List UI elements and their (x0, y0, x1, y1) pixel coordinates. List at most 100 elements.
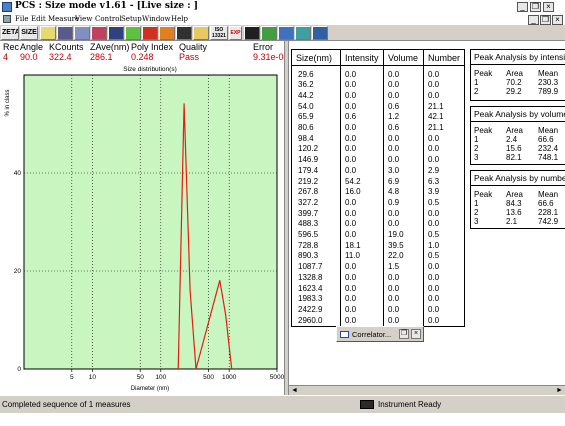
volume-cell: 0.6 (383, 101, 424, 113)
status-message: Completed sequence of 1 measures (2, 400, 131, 409)
menu-setup[interactable]: Setup (121, 15, 142, 23)
peak-mean: 66.6 (538, 199, 554, 208)
menu-view[interactable]: View (75, 15, 92, 23)
correlator-close-button[interactable]: × (411, 329, 421, 339)
peak-number: 2 (474, 208, 479, 217)
peak-mean: 66.6 (538, 135, 554, 144)
floppy-icon[interactable] (108, 26, 124, 40)
y-tick-label: 20 (14, 268, 22, 275)
volume-cell: 0.6 (383, 123, 424, 134)
size-cell: 54.0 (291, 101, 341, 113)
number-cell: 0.0 (422, 144, 466, 156)
table-row: 399.7 0.0 0.0 0.0 (291, 208, 466, 220)
size-cell: 267.8 (291, 187, 341, 198)
correlator-window[interactable]: Correlator... ❐ × (336, 326, 424, 342)
volume-cell: 0.0 (383, 69, 424, 81)
intensity-cell: 0.0 (340, 208, 384, 220)
close-button[interactable]: × (543, 2, 554, 12)
number-cell: 0.0 (422, 219, 466, 231)
menu-edit[interactable]: Edit (31, 15, 46, 23)
y-tick-label: 40 (14, 170, 22, 177)
record-icon[interactable] (125, 26, 141, 40)
volume-cell: 39.5 (383, 240, 424, 252)
menu-help[interactable]: Help (171, 15, 188, 23)
table-row: 29.6 0.0 0.0 0.0 (291, 69, 466, 81)
bars-icon[interactable] (312, 26, 328, 40)
scroll-left-button[interactable]: ◄ (290, 386, 299, 395)
number-cell: 6.3 (422, 176, 466, 188)
terminal-icon[interactable] (244, 26, 260, 40)
play-icon[interactable] (159, 26, 175, 40)
toolbar: ZETA SIZE ISO 13321 EXP (0, 25, 565, 41)
correlator-icon (340, 331, 349, 338)
folder-icon[interactable] (193, 26, 209, 40)
size-cell: 1087.7 (291, 262, 341, 273)
table-row: 1623.4 0.0 0.0 0.0 (291, 283, 466, 295)
column-volume: Volume (383, 49, 424, 66)
color-icon[interactable] (91, 26, 107, 40)
intensity-cell: 0.0 (340, 90, 384, 102)
peak-area: 84.3 (506, 199, 522, 208)
correlator-label[interactable]: Correlator... (352, 330, 391, 339)
peak-area: 29.2 (506, 87, 522, 96)
peak-title-volume: Peak Analysis by volume (471, 107, 565, 122)
print-icon[interactable] (74, 26, 90, 40)
intensity-cell: 54.2 (340, 176, 384, 188)
intensity-cell: 0.0 (340, 230, 384, 241)
notebook-icon[interactable] (176, 26, 192, 40)
run-icon[interactable] (261, 26, 277, 40)
size-cell: 44.2 (291, 90, 341, 102)
volume-cell: 0.0 (383, 133, 424, 145)
size-cell: 65.9 (291, 112, 341, 124)
correlator-restore-button[interactable]: ❐ (399, 329, 409, 339)
number-cell: 0.0 (422, 283, 466, 295)
menu-control[interactable]: Control (95, 15, 122, 23)
horizontal-scrollbar[interactable]: ◄ ► (289, 385, 565, 395)
size-cell: 36.2 (291, 80, 341, 91)
mean-header: Mean (538, 190, 559, 199)
number-cell: 0.0 (422, 90, 466, 102)
peak-area: 13.6 (506, 208, 522, 217)
peak-number: 1 (474, 199, 479, 208)
inner-close-button[interactable]: × (552, 15, 563, 25)
intensity-cell: 0.0 (340, 123, 384, 134)
intensity-cell: 11.0 (340, 251, 384, 263)
size-cell: 327.2 (291, 197, 341, 209)
instrument-icon (360, 400, 374, 409)
volume-cell: 0.0 (383, 304, 424, 316)
graph-icon[interactable] (278, 26, 294, 40)
number-cell: 21.1 (422, 101, 466, 113)
intensity-cell: 0.0 (340, 283, 384, 295)
iso-icon[interactable]: ISO 13321 (210, 26, 228, 40)
value-angle: 90.0 (20, 52, 38, 62)
split-icon[interactable] (295, 26, 311, 40)
bottom-strip (0, 413, 565, 426)
intensity-cell: 0.6 (340, 112, 384, 124)
menu-window[interactable]: Window (142, 15, 171, 23)
open-icon[interactable] (40, 26, 56, 40)
menu-file[interactable]: File (15, 15, 28, 23)
mean-header: Mean (538, 69, 559, 78)
peak-number: 2 (474, 87, 479, 96)
save-icon[interactable] (57, 26, 73, 40)
table-row: 488.3 0.0 0.0 0.0 (291, 219, 466, 231)
table-row: 80.6 0.0 0.6 21.1 (291, 123, 466, 134)
inner-restore-button[interactable]: ❐ (540, 15, 551, 25)
header-quality: Quality (179, 42, 208, 52)
document-icon[interactable] (3, 15, 11, 23)
minimize-button[interactable]: _ (517, 2, 528, 12)
peak-number: 1 (474, 78, 479, 87)
size-mode-button[interactable]: SIZE (20, 26, 38, 40)
size-cell: 120.2 (291, 144, 341, 156)
scroll-right-button[interactable]: ► (555, 386, 564, 395)
table-row: 267.8 16.0 4.8 3.9 (291, 187, 466, 198)
table-row: 179.4 0.0 3.0 2.9 (291, 165, 466, 177)
zeta-mode-button[interactable]: ZETA (1, 26, 19, 40)
area-header: Area (506, 126, 523, 135)
restore-button[interactable]: ❐ (530, 2, 541, 12)
number-cell: 3.9 (422, 187, 466, 198)
stop-icon[interactable] (142, 26, 158, 40)
inner-minimize-button[interactable]: _ (528, 15, 539, 25)
exp-icon[interactable]: EXP (229, 26, 242, 40)
value-quality: Pass (179, 52, 200, 62)
